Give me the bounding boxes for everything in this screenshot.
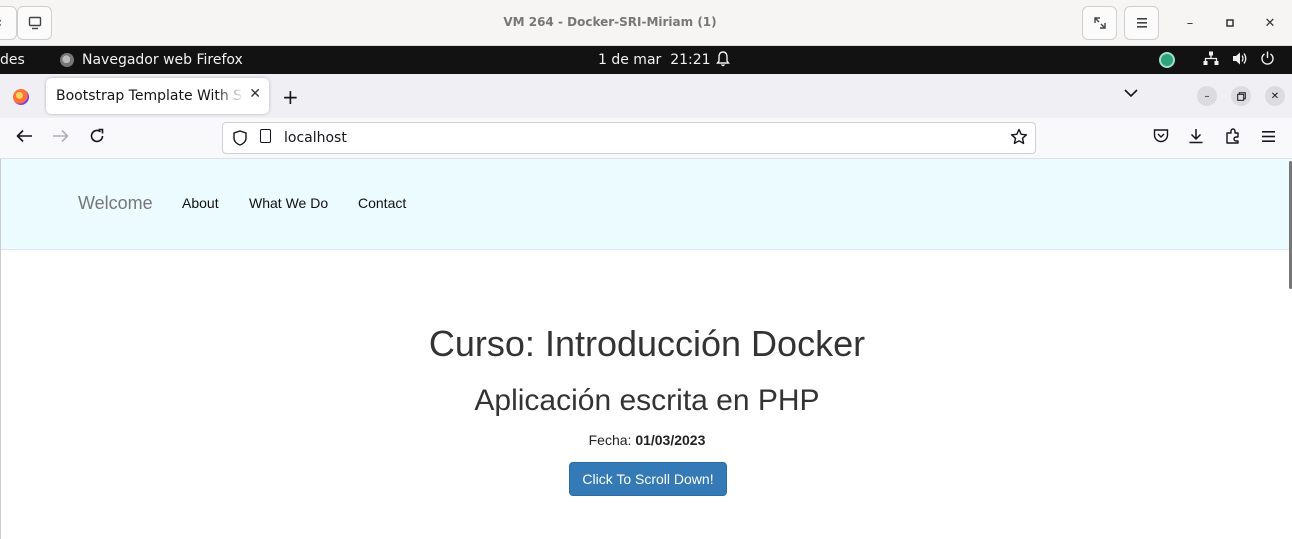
page-subtitle: Aplicación escrita en PHP [474, 384, 820, 417]
back-button[interactable] [16, 128, 33, 148]
tab-list-chevron-down-icon[interactable] [1124, 86, 1138, 102]
vm-window-title: VM 264 - Docker-SRI-Miriam (1) [503, 15, 717, 29]
nav-link-contact[interactable]: Contact [358, 195, 406, 211]
vpn-status-icon[interactable] [1159, 52, 1175, 68]
reload-icon [90, 128, 104, 143]
date-label: Fecha: [588, 432, 632, 448]
app-menu-label: Navegador web Firefox [82, 52, 243, 68]
scroll-down-button[interactable]: Click To Scroll Down! [569, 462, 727, 496]
firefox-view-icon[interactable] [13, 89, 29, 105]
tab-title: Bootstrap Template With Sticky Menu [56, 88, 244, 104]
url-bar[interactable]: localhost [222, 122, 1036, 154]
clock-time: 21:21 [670, 52, 711, 68]
forward-button[interactable] [52, 128, 69, 148]
browser-minimize-button[interactable]: – [1197, 86, 1217, 106]
bookmark-star-icon[interactable] [1010, 128, 1028, 151]
reload-button[interactable] [89, 128, 105, 149]
download-icon[interactable] [1188, 128, 1204, 148]
pocket-icon[interactable] [1153, 128, 1169, 147]
restore-icon [1236, 91, 1246, 101]
nav-link-about[interactable]: About [182, 195, 219, 211]
page-title: Curso: Introducción Docker [428, 323, 866, 364]
clock-date: 1 de mar [598, 52, 662, 68]
new-tab-button[interactable]: + [282, 85, 299, 109]
tab-active[interactable]: Bootstrap Template With Sticky Menu ✕ [46, 78, 269, 114]
activities-button[interactable]: des [0, 52, 25, 68]
fullscreen-icon [1093, 17, 1106, 29]
hamburger-icon[interactable] [1261, 128, 1276, 147]
nav-link-what-we-do[interactable]: What We Do [249, 195, 328, 211]
navbar-brand[interactable]: Welcome [78, 193, 153, 214]
page-icon[interactable] [260, 129, 271, 143]
network-icon[interactable] [1203, 51, 1219, 70]
date-value: 01/03/2023 [635, 432, 706, 448]
arrow-right-icon [53, 129, 69, 143]
site-navbar: Welcome About What We Do Contact [1, 159, 1292, 250]
shield-icon[interactable] [233, 130, 247, 150]
tab-close-icon[interactable]: ✕ [249, 86, 261, 102]
vm-close-button[interactable]: ✕ [1259, 12, 1281, 34]
clock[interactable]: 1 de mar 21:21 [598, 52, 711, 68]
app-menu[interactable]: Navegador web Firefox [60, 52, 243, 68]
url-text[interactable]: localhost [284, 130, 347, 146]
extensions-icon[interactable] [1225, 128, 1241, 148]
vm-fullscreen-button[interactable] [1082, 6, 1117, 40]
page-content: Welcome About What We Do Contact Curso: … [0, 159, 1292, 539]
browser-restore-button[interactable] [1231, 86, 1251, 106]
maximize-icon [1226, 19, 1234, 27]
browser-close-button[interactable]: ✕ [1265, 86, 1285, 106]
hamburger-icon [1136, 18, 1147, 28]
vm-menu-button[interactable] [1124, 6, 1159, 40]
vm-maximize-button[interactable] [1219, 12, 1241, 34]
notification-bell-icon[interactable] [716, 51, 730, 71]
date-line: Fecha: 01/03/2023 [1, 432, 1292, 448]
firefox-icon [60, 53, 74, 67]
volume-icon[interactable] [1232, 51, 1248, 70]
arrow-left-icon [16, 129, 32, 143]
vm-titlebar: ‹ VM 264 - Docker-SRI-Miriam (1) – ✕ [0, 0, 1292, 46]
power-icon[interactable] [1260, 51, 1275, 70]
gnome-top-bar: des Navegador web Firefox 1 de mar 21:21 [0, 46, 1292, 74]
vm-minimize-button[interactable]: – [1179, 12, 1201, 34]
